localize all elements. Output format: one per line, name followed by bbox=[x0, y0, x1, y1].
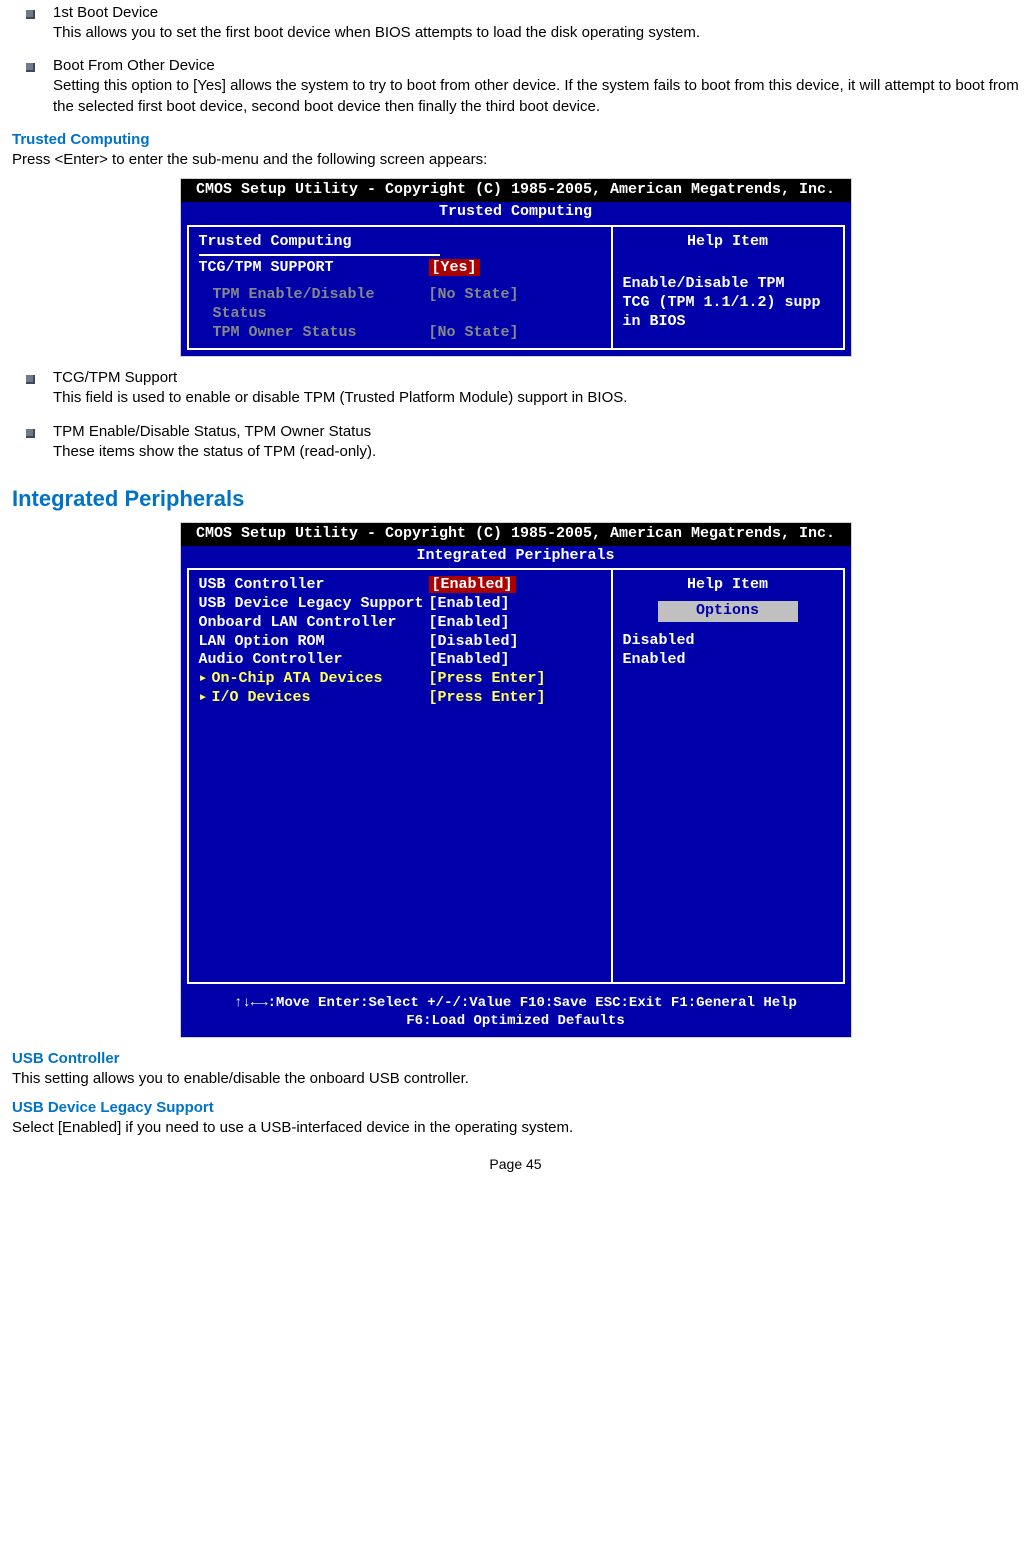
list-item-1st-boot: 1st Boot Device This allows you to set t… bbox=[26, 4, 1019, 43]
bullet-icon bbox=[26, 375, 35, 384]
bios-titlebar: CMOS Setup Utility - Copyright (C) 1985-… bbox=[181, 179, 851, 202]
bios-value: [No State] bbox=[429, 286, 519, 324]
item-description: This field is used to enable or disable … bbox=[53, 388, 1019, 408]
item-description: Setting this option to [Yes] allows the … bbox=[53, 76, 1019, 117]
bios-row-lan-controller: Onboard LAN Controller [Enabled] bbox=[199, 614, 601, 633]
options-header: Options bbox=[658, 601, 798, 622]
heading-usb-legacy: USB Device Legacy Support bbox=[12, 1099, 1019, 1116]
bios-subtitle: Trusted Computing bbox=[181, 202, 851, 225]
usb-controller-desc: This setting allows you to enable/disabl… bbox=[12, 1069, 1019, 1089]
heading-trusted-computing: Trusted Computing bbox=[12, 131, 1019, 148]
bios-help-pane: Help Item Options Disabled Enabled bbox=[612, 568, 845, 984]
list-item-tpm-status: TPM Enable/Disable Status, TPM Owner Sta… bbox=[26, 423, 1019, 462]
bios-submenu-label: On-Chip ATA Devices bbox=[199, 670, 429, 689]
bios-value: [Disabled] bbox=[429, 633, 519, 652]
bios-label: USB Controller bbox=[199, 576, 429, 595]
list-item-body: TPM Enable/Disable Status, TPM Owner Sta… bbox=[53, 423, 1019, 462]
list-item-tcg: TCG/TPM Support This field is used to en… bbox=[26, 369, 1019, 408]
heading-usb-controller: USB Controller bbox=[12, 1050, 1019, 1067]
bios-label: TCG/TPM SUPPORT bbox=[199, 259, 429, 278]
help-text: in BIOS bbox=[623, 313, 833, 332]
item-title: Boot From Other Device bbox=[53, 57, 1019, 74]
trusted-intro: Press <Enter> to enter the sub-menu and … bbox=[12, 150, 1019, 170]
bios-value: [Enabled] bbox=[429, 614, 510, 633]
bios-footer: ↑↓←→:Move Enter:Select +/-/:Value F10:Sa… bbox=[181, 990, 851, 1036]
bios-row-ata-devices: On-Chip ATA Devices [Press Enter] bbox=[199, 670, 601, 689]
bullet-icon bbox=[26, 10, 35, 19]
bios-body: USB Controller [Enabled] USB Device Lega… bbox=[181, 568, 851, 990]
help-title: Help Item bbox=[623, 233, 833, 252]
bios-label: LAN Option ROM bbox=[199, 633, 429, 652]
bios-value: [Press Enter] bbox=[429, 670, 546, 689]
item-title: TPM Enable/Disable Status, TPM Owner Sta… bbox=[53, 423, 1019, 440]
bios-row-io-devices: I/O Devices [Press Enter] bbox=[199, 689, 601, 708]
bios-submenu-label: I/O Devices bbox=[199, 689, 429, 708]
footer-line-2: F6:Load Optimized Defaults bbox=[181, 1012, 851, 1030]
page-number: Page 45 bbox=[12, 1156, 1019, 1172]
bios-body: Trusted Computing TCG/TPM SUPPORT [Yes] … bbox=[181, 225, 851, 357]
bullet-icon bbox=[26, 429, 35, 438]
bios-label: TPM Enable/Disable Status bbox=[213, 286, 429, 324]
list-item-body: 1st Boot Device This allows you to set t… bbox=[53, 4, 1019, 43]
bios-value-selected: [Yes] bbox=[429, 259, 480, 276]
bios-value-selected: [Enabled] bbox=[429, 576, 516, 593]
bios-label: Onboard LAN Controller bbox=[199, 614, 429, 633]
bios-subtitle: Integrated Peripherals bbox=[181, 546, 851, 569]
bios-row-usb-controller: USB Controller [Enabled] bbox=[199, 576, 601, 595]
bios-value: [Press Enter] bbox=[429, 689, 546, 708]
list-item-body: TCG/TPM Support This field is used to en… bbox=[53, 369, 1019, 408]
usb-legacy-desc: Select [Enabled] if you need to use a US… bbox=[12, 1118, 1019, 1138]
help-title: Help Item bbox=[623, 576, 833, 595]
bios-value: [No State] bbox=[429, 324, 519, 343]
bios-value: [Enabled] bbox=[429, 595, 510, 614]
option-enabled: Enabled bbox=[623, 651, 833, 670]
help-text: TCG (TPM 1.1/1.2) supp bbox=[623, 294, 833, 313]
help-text: Enable/Disable TPM bbox=[623, 275, 833, 294]
bios-label: TPM Owner Status bbox=[213, 324, 429, 343]
bios-row-tcg: TCG/TPM SUPPORT [Yes] bbox=[199, 259, 601, 278]
bios-row-audio-controller: Audio Controller [Enabled] bbox=[199, 651, 601, 670]
footer-line-1: ↑↓←→:Move Enter:Select +/-/:Value F10:Sa… bbox=[181, 994, 851, 1012]
bios-row-lan-option-rom: LAN Option ROM [Disabled] bbox=[199, 633, 601, 652]
spacer bbox=[623, 257, 833, 275]
bios-label: USB Device Legacy Support bbox=[199, 595, 429, 614]
bios-help-pane: Help Item Enable/Disable TPM TCG (TPM 1.… bbox=[612, 225, 845, 351]
item-title: TCG/TPM Support bbox=[53, 369, 1019, 386]
bios-row-usb-legacy: USB Device Legacy Support [Enabled] bbox=[199, 595, 601, 614]
item-description: These items show the status of TPM (read… bbox=[53, 442, 1019, 462]
bios-titlebar: CMOS Setup Utility - Copyright (C) 1985-… bbox=[181, 523, 851, 546]
bios-screenshot-integrated: CMOS Setup Utility - Copyright (C) 1985-… bbox=[180, 522, 852, 1038]
option-disabled: Disabled bbox=[623, 632, 833, 651]
bullet-icon bbox=[26, 63, 35, 72]
separator bbox=[199, 254, 440, 256]
bios-left-pane: Trusted Computing TCG/TPM SUPPORT [Yes] … bbox=[187, 225, 612, 351]
bios-screenshot-trusted: CMOS Setup Utility - Copyright (C) 1985-… bbox=[180, 178, 852, 357]
item-title: 1st Boot Device bbox=[53, 4, 1019, 21]
spacer bbox=[199, 278, 601, 286]
bios-row-tpm-enable: TPM Enable/Disable Status [No State] bbox=[199, 286, 601, 324]
bios-value: [Enabled] bbox=[429, 651, 510, 670]
bios-section-title: Trusted Computing bbox=[199, 233, 601, 252]
item-description: This allows you to set the first boot de… bbox=[53, 23, 1019, 43]
list-item-boot-other: Boot From Other Device Setting this opti… bbox=[26, 57, 1019, 117]
bios-row-tpm-owner: TPM Owner Status [No State] bbox=[199, 324, 601, 343]
bios-left-pane: USB Controller [Enabled] USB Device Lega… bbox=[187, 568, 612, 984]
heading-integrated-peripherals: Integrated Peripherals bbox=[12, 486, 1019, 512]
bios-label: Audio Controller bbox=[199, 651, 429, 670]
list-item-body: Boot From Other Device Setting this opti… bbox=[53, 57, 1019, 117]
